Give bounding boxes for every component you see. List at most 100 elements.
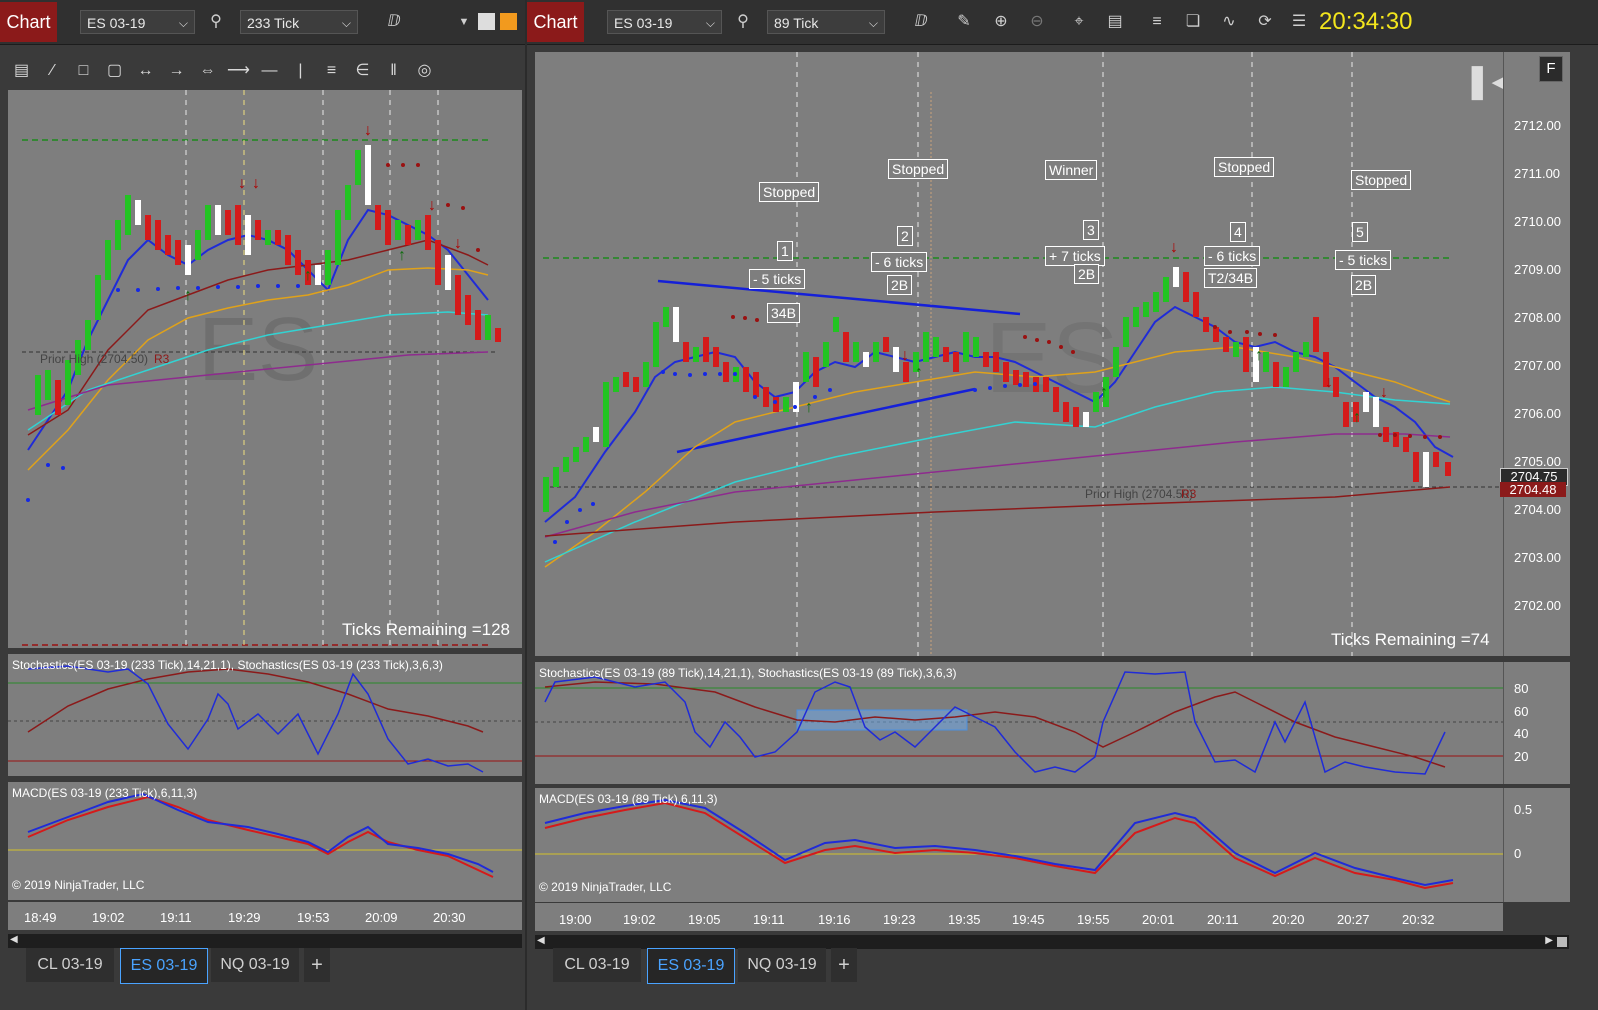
time-cycles-icon[interactable]: ‖ <box>378 58 409 84</box>
time-label: 19:45 <box>1012 912 1045 927</box>
right-macd-axis: 0.5 0 <box>1503 788 1570 902</box>
macd-axis-label: 0.5 <box>1514 802 1533 817</box>
right-chart-button[interactable]: Chart <box>527 2 584 42</box>
color-swatch-white[interactable] <box>478 13 495 30</box>
strategies-icon[interactable]: ∿ <box>1217 10 1241 34</box>
scroll-left-icon[interactable]: ◀ <box>537 935 545 946</box>
left-macd-label: MACD(ES 03-19 (233 Tick),6,11,3) <box>12 786 198 800</box>
svg-text:↑: ↑ <box>304 267 312 284</box>
pencil-icon[interactable]: ✎ <box>952 10 976 34</box>
dropdown-arrow-icon[interactable]: ▼ <box>452 10 476 34</box>
svg-text:↓: ↓ <box>901 347 909 364</box>
properties-icon[interactable]: ❏ <box>1181 10 1205 34</box>
left-stochastics-panel[interactable]: Stochastics(ES 03-19 (233 Tick),14,21,1)… <box>8 654 522 776</box>
scroll-to-start-icon[interactable]: ❚◀ <box>1463 62 1503 101</box>
right-stochastics-panel[interactable]: Stochastics(ES 03-19 (89 Tick),14,21,1),… <box>535 662 1503 784</box>
svg-text:↓: ↓ <box>1380 384 1388 401</box>
data-box-icon[interactable]: ▤ <box>1103 10 1127 34</box>
right-instrument-select[interactable]: ES 03-19 ⌵ <box>607 10 722 34</box>
left-stoch-label: Stochastics(ES 03-19 (233 Tick),14,21,1)… <box>12 658 443 672</box>
risk-reward-icon[interactable]: ∕ <box>37 58 68 84</box>
list-icon[interactable]: ☰ <box>1287 10 1311 34</box>
ruler-icon[interactable]: ▤ <box>6 58 37 84</box>
trade-3-setup: 2B <box>1074 264 1100 284</box>
search-icon[interactable]: ⚲ <box>204 10 228 34</box>
time-label: 20:09 <box>365 910 398 925</box>
time-label: 19:23 <box>883 912 916 927</box>
left-interval-select[interactable]: 233 Tick ⌵ <box>240 10 358 34</box>
reload-icon[interactable]: ⟳ <box>1253 10 1277 34</box>
crosshair-icon[interactable]: ⌖ <box>1067 10 1091 34</box>
price-label: 2706.00 <box>1514 406 1561 421</box>
line-icon[interactable]: ↔ <box>130 58 161 84</box>
price-label: 2702.00 <box>1514 598 1561 613</box>
right-interval-select[interactable]: 89 Tick ⌵ <box>767 10 885 34</box>
left-macd-panel[interactable]: MACD(ES 03-19 (233 Tick),6,11,3) © 2019 … <box>8 782 522 900</box>
right-macd-panel[interactable]: MACD(ES 03-19 (89 Tick),6,11,3) © 2019 N… <box>535 788 1503 902</box>
trade-4-result: Stopped <box>1214 157 1275 177</box>
stoch-axis-label: 60 <box>1514 704 1529 719</box>
horizontal-line-icon[interactable]: — <box>254 58 285 84</box>
time-label: 19:02 <box>623 912 656 927</box>
time-label: 19:35 <box>948 912 981 927</box>
zoom-out-icon[interactable]: ⊖ <box>1025 10 1049 34</box>
bar-type-icon[interactable]: ⅅ <box>382 10 406 34</box>
tab-cl[interactable]: CL 03-19 <box>26 948 114 982</box>
bar-type-icon[interactable]: ⅅ <box>909 10 933 34</box>
time-label: 20:30 <box>433 910 466 925</box>
svg-text:↓: ↓ <box>252 175 260 192</box>
chevron-down-icon: ⌵ <box>178 16 188 30</box>
right-stoch-axis: 80 60 40 20 <box>1503 662 1570 784</box>
vertical-line-icon[interactable]: | <box>285 58 316 84</box>
fib-extension-icon[interactable]: ∈ <box>347 58 378 84</box>
ray-icon[interactable]: → <box>161 58 192 84</box>
right-horizontal-scrollbar[interactable]: ◀ ▶ <box>535 935 1569 949</box>
fibonacci-icon[interactable]: ≡ <box>316 58 347 84</box>
right-top-toolbar: Chart ES 03-19 ⌵ ⚲ 89 Tick ⌵ ⅅ ✎ ⊕ ⊖ ⌖ ▤… <box>527 0 1598 45</box>
time-label: 18:49 <box>24 910 57 925</box>
search-icon[interactable]: ⚲ <box>731 10 755 34</box>
tab-nq[interactable]: NQ 03-19 <box>211 948 299 982</box>
tab-nq[interactable]: NQ 03-19 <box>738 948 826 982</box>
region-highlight-icon[interactable]: ▢ <box>99 58 130 84</box>
region-icon[interactable]: □ <box>68 58 99 84</box>
left-price-panel[interactable]: ES ↓ ↓ ↓ ↓ ↓ ↑ ↑ ↑ Prior High (2704.50) … <box>8 90 522 648</box>
arrow-line-icon[interactable]: ⟶ <box>223 58 254 84</box>
stoch-axis-label: 80 <box>1514 681 1529 696</box>
f-button[interactable]: F <box>1539 56 1563 82</box>
price-label: 2704.00 <box>1514 502 1561 517</box>
right-price-panel[interactable]: ES ↓ ↓ ↓ ↓ ↑ ↑ ↑ ↑ ↑ ❚ Stopped 1 - 5 tic… <box>535 52 1503 656</box>
right-macd-label: MACD(ES 03-19 (89 Tick),6,11,3) <box>539 792 718 806</box>
scroll-left-icon[interactable]: ◀ <box>10 934 18 945</box>
svg-text:↓: ↓ <box>364 122 372 139</box>
time-label: 19:29 <box>228 910 261 925</box>
chevron-down-icon: ⌵ <box>705 16 715 30</box>
right-stoch-label: Stochastics(ES 03-19 (89 Tick),14,21,1),… <box>539 666 957 680</box>
left-instrument-select[interactable]: ES 03-19 ⌵ <box>80 10 195 34</box>
orders-icon[interactable]: ≡ <box>1145 10 1169 34</box>
zoom-in-icon[interactable]: ⊕ <box>989 10 1013 34</box>
tab-es[interactable]: ES 03-19 <box>647 948 735 984</box>
left-interval-value: 233 Tick <box>247 15 300 31</box>
right-chart-window: Chart ES 03-19 ⌵ ⚲ 89 Tick ⌵ ⅅ ✎ ⊕ ⊖ ⌖ ▤… <box>527 0 1598 1010</box>
trade-2-ticks: - 6 ticks <box>871 252 928 272</box>
left-chart-button[interactable]: Chart <box>0 2 57 42</box>
scroll-thumb[interactable] <box>1557 937 1567 947</box>
time-label: 19:16 <box>818 912 851 927</box>
marker-price-badge: 2704.48 <box>1500 482 1566 497</box>
add-tab-button[interactable]: + <box>304 948 330 982</box>
tab-cl[interactable]: CL 03-19 <box>553 948 641 982</box>
trendline-lower <box>676 387 976 454</box>
scroll-right-icon[interactable]: ▶ <box>1545 935 1553 946</box>
color-swatch-orange[interactable] <box>500 13 517 30</box>
left-horizontal-scrollbar[interactable]: ◀ <box>8 934 522 948</box>
extended-line-icon[interactable]: ⇔ <box>192 58 223 84</box>
price-label: 2703.00 <box>1514 550 1561 565</box>
circle-target-icon[interactable]: ◎ <box>409 58 440 84</box>
trade-2-result: Stopped <box>888 159 949 179</box>
trendline-upper <box>657 279 1021 316</box>
price-label: 2708.00 <box>1514 310 1561 325</box>
trade-5-number: 5 <box>1352 222 1368 242</box>
tab-es[interactable]: ES 03-19 <box>120 948 208 984</box>
add-tab-button[interactable]: + <box>831 948 857 982</box>
